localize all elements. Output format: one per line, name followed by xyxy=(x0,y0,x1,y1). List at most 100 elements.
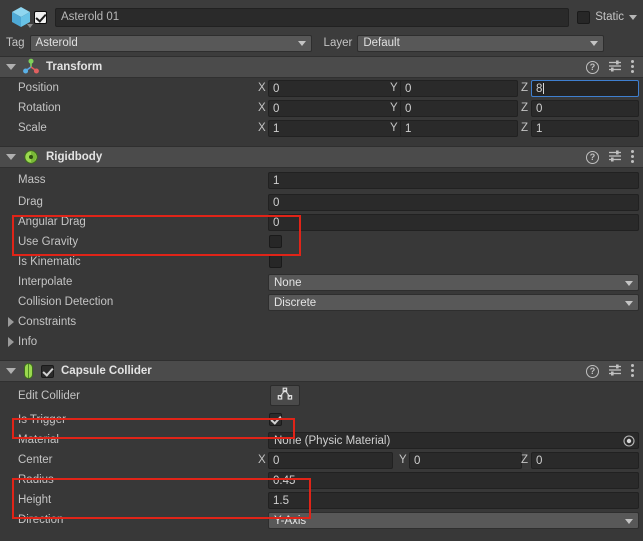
gameobject-header: Asterold 01 Static xyxy=(0,0,643,34)
row-info[interactable]: Info xyxy=(0,332,643,352)
scale-y-axis-label: Y xyxy=(390,122,398,134)
capsule-collider-foldout-arrow-icon[interactable] xyxy=(6,368,16,374)
component-header-rigidbody[interactable]: Rigidbody ? xyxy=(0,146,643,168)
position-z-value: 8 xyxy=(536,82,543,95)
rigidbody-sphere-icon xyxy=(22,148,40,166)
position-x-value: 0 xyxy=(273,82,280,95)
tag-dropdown[interactable]: Asterold xyxy=(29,34,312,52)
position-y-axis-label: Y xyxy=(390,82,398,94)
mass-field[interactable]: 1 xyxy=(268,172,639,189)
interpolate-chevron-down-icon xyxy=(625,280,633,286)
row-radius: Radius 0.45 xyxy=(0,470,643,490)
row-material: Material None (Physic Material) xyxy=(0,430,643,450)
interpolate-label: Interpolate xyxy=(18,276,73,288)
collision-detection-dropdown[interactable]: Discrete xyxy=(268,294,639,311)
height-label: Height xyxy=(18,494,52,506)
preset-settings-icon[interactable] xyxy=(608,149,622,166)
help-icon[interactable]: ? xyxy=(586,150,599,164)
direction-label: Direction xyxy=(18,514,64,526)
help-icon[interactable]: ? xyxy=(586,364,599,378)
scale-z-axis-label: Z xyxy=(521,122,529,134)
kebab-menu-icon[interactable] xyxy=(631,149,634,165)
rotation-x-field[interactable]: 0 xyxy=(268,100,402,117)
scale-x-value: 1 xyxy=(273,122,280,135)
drag-value: 0 xyxy=(273,196,280,209)
transform-title: Transform xyxy=(46,61,103,73)
is-trigger-checkbox[interactable] xyxy=(269,413,282,426)
tag-label: Tag xyxy=(6,37,25,49)
transform-foldout-arrow-icon[interactable] xyxy=(6,64,16,70)
drag-label: Drag xyxy=(18,196,43,208)
angular-drag-value: 0 xyxy=(273,216,280,229)
static-checkbox[interactable] xyxy=(577,10,591,24)
rotation-z-field[interactable]: 0 xyxy=(531,100,639,117)
direction-dropdown[interactable]: Y-Axis xyxy=(268,512,639,529)
transform-spacer xyxy=(0,138,643,146)
layer-chevron-down-icon xyxy=(590,41,599,46)
scale-z-field[interactable]: 1 xyxy=(531,120,639,137)
position-x-field[interactable]: 0 xyxy=(268,80,402,97)
component-header-transform[interactable]: Transform ? xyxy=(0,56,643,78)
scale-y-value: 1 xyxy=(405,122,412,135)
material-label: Material xyxy=(18,434,59,446)
layer-dropdown[interactable]: Default xyxy=(357,34,605,52)
gameobject-enabled-checkbox[interactable] xyxy=(34,10,47,24)
row-constraints[interactable]: Constraints xyxy=(0,312,643,332)
interpolate-value: None xyxy=(274,276,302,289)
is-trigger-label: Is Trigger xyxy=(18,414,66,426)
rigidbody-foldout-arrow-icon[interactable] xyxy=(6,154,16,160)
center-y-value: 0 xyxy=(414,454,421,467)
center-y-field[interactable]: 0 xyxy=(409,452,522,469)
rigidbody-header-tools: ? xyxy=(586,149,643,166)
center-z-field[interactable]: 0 xyxy=(531,452,639,469)
help-icon[interactable]: ? xyxy=(586,60,599,74)
preset-settings-icon[interactable] xyxy=(608,363,622,380)
is-kinematic-checkbox[interactable] xyxy=(269,255,282,268)
constraints-label: Constraints xyxy=(18,316,77,328)
kebab-menu-icon[interactable] xyxy=(631,363,634,379)
transform-header-tools: ? xyxy=(586,59,643,76)
center-x-field[interactable]: 0 xyxy=(268,452,393,469)
angular-drag-field[interactable]: 0 xyxy=(268,214,639,231)
rotation-y-field[interactable]: 0 xyxy=(400,100,518,117)
height-field[interactable]: 1.5 xyxy=(268,492,639,509)
scale-x-axis-label: X xyxy=(258,122,266,134)
position-x-axis-label: X xyxy=(258,82,266,94)
position-z-field[interactable]: 8 xyxy=(531,80,639,97)
gameobject-cube-icon xyxy=(8,4,34,30)
use-gravity-checkbox[interactable] xyxy=(269,235,282,248)
static-dropdown-chevron-down-icon[interactable] xyxy=(629,14,637,20)
position-y-field[interactable]: 0 xyxy=(400,80,518,97)
material-value: None (Physic Material) xyxy=(274,434,391,447)
kebab-menu-icon[interactable] xyxy=(631,59,634,75)
rotation-x-axis-label: X xyxy=(258,102,266,114)
rotation-y-value: 0 xyxy=(405,102,412,115)
angular-drag-label: Angular Drag xyxy=(18,216,86,228)
scale-y-field[interactable]: 1 xyxy=(400,120,518,137)
rotation-x-value: 0 xyxy=(273,102,280,115)
row-center: Center X 0 Y 0 Z 0 xyxy=(0,450,643,470)
info-foldout-arrow-icon[interactable] xyxy=(8,337,14,347)
capsule-collider-title: Capsule Collider xyxy=(61,365,152,377)
radius-field[interactable]: 0.45 xyxy=(268,472,639,489)
capsule-collider-enabled-checkbox[interactable] xyxy=(41,364,54,378)
rotation-z-axis-label: Z xyxy=(521,102,529,114)
center-x-value: 0 xyxy=(273,454,280,467)
edit-collider-button[interactable] xyxy=(270,385,300,406)
interpolate-dropdown[interactable]: None xyxy=(268,274,639,291)
edit-collider-label: Edit Collider xyxy=(18,390,80,402)
center-z-value: 0 xyxy=(536,454,543,467)
collision-detection-label: Collision Detection xyxy=(18,296,114,308)
component-header-capsule-collider[interactable]: Capsule Collider ? xyxy=(0,360,643,382)
constraints-foldout-arrow-icon[interactable] xyxy=(8,317,14,327)
drag-field[interactable]: 0 xyxy=(268,194,639,211)
row-direction: Direction Y-Axis xyxy=(0,510,643,530)
scale-x-field[interactable]: 1 xyxy=(268,120,402,137)
material-object-field[interactable]: None (Physic Material) xyxy=(268,432,639,449)
row-use-gravity: Use Gravity xyxy=(0,232,643,252)
object-picker-icon[interactable] xyxy=(623,434,635,447)
preset-settings-icon[interactable] xyxy=(608,59,622,76)
row-drag: Drag 0 xyxy=(0,192,643,212)
gameobject-name-field[interactable]: Asterold 01 xyxy=(55,7,570,27)
collision-detection-chevron-down-icon xyxy=(625,300,633,306)
